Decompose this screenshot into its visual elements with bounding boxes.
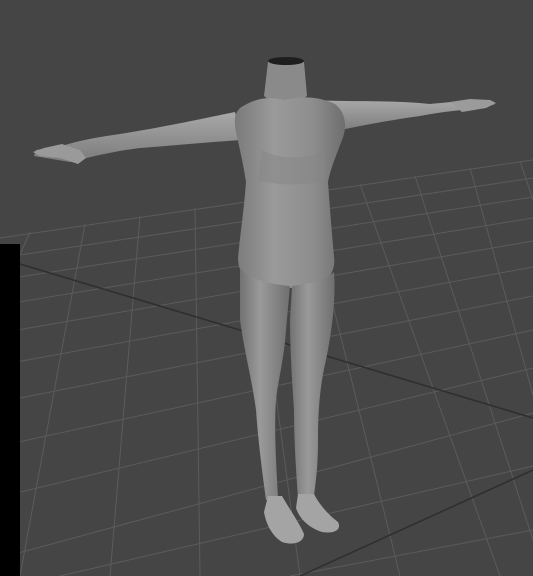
model-torso [234,97,346,288]
side-panel-bar [0,244,20,576]
model-neck [264,59,307,102]
neck-opening [268,57,304,65]
3d-viewport[interactable] [0,0,533,576]
viewport-canvas[interactable] [0,0,533,576]
